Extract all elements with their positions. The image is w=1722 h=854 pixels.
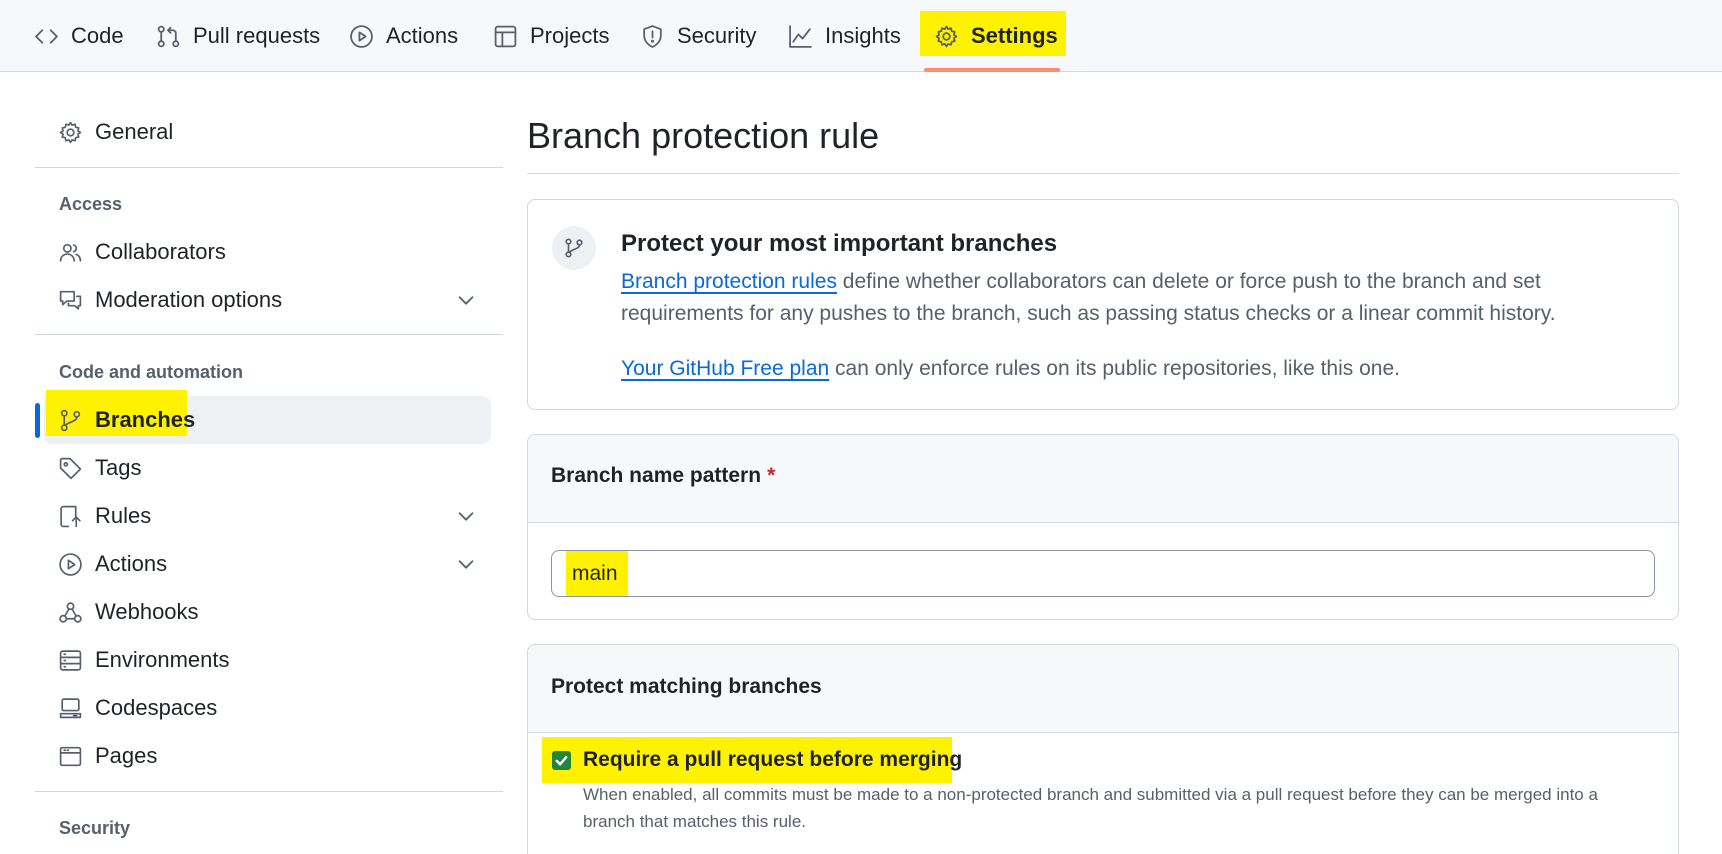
protect-matching-branches-panel: Protect matching branches Require a pull… xyxy=(527,644,1679,854)
graph-icon xyxy=(789,24,812,48)
sidebar-item-label: Environments xyxy=(95,647,230,672)
play-icon xyxy=(350,24,373,48)
sidebar-heading-access: Access xyxy=(59,194,123,214)
repo-push-icon xyxy=(60,505,81,527)
sidebar-heading-security: Security xyxy=(59,818,131,838)
comment-discussion-icon xyxy=(59,290,82,310)
sidebar-item-label: Codespaces xyxy=(95,695,218,720)
browser-icon xyxy=(59,746,82,766)
panel-header: Branch name pattern * xyxy=(528,435,1678,523)
sidebar-item-environments[interactable]: Environments xyxy=(58,638,230,682)
tab-label: Actions xyxy=(386,23,459,48)
required-marker: * xyxy=(767,464,776,487)
sidebar-item-label: Webhooks xyxy=(95,599,199,624)
tab-label: Projects xyxy=(530,23,610,48)
shield-icon xyxy=(643,24,662,48)
branch-name-pattern-panel: Branch name pattern * main xyxy=(527,434,1679,620)
chevron-down-icon[interactable] xyxy=(455,553,477,575)
sidebar-item-label: Pages xyxy=(95,743,158,768)
codespaces-icon xyxy=(59,697,82,718)
tab-security[interactable]: Security xyxy=(640,0,756,72)
chevron-down-icon[interactable] xyxy=(455,289,477,311)
tab-pull-requests[interactable]: Pull requests xyxy=(156,0,320,72)
sidebar-item-label: Rules xyxy=(95,503,152,528)
sidebar-item-label: Collaborators xyxy=(95,239,226,264)
title-divider xyxy=(527,173,1679,174)
protect-branches-callout: Protect your most important branches Bra… xyxy=(527,199,1679,410)
repo-nav: Code Pull requests Actions Projects Secu… xyxy=(0,0,1722,72)
active-tab-underline xyxy=(924,68,1060,72)
people-icon xyxy=(59,243,82,262)
sidebar-item-label: Branches xyxy=(95,407,196,432)
protect-matching-branches-label: Protect matching branches xyxy=(551,675,822,698)
tab-code[interactable]: Code xyxy=(34,0,124,72)
callout-paragraph: Your GitHub Free plan can only enforce r… xyxy=(621,353,1651,385)
sidebar-item-branches[interactable]: Branches xyxy=(58,398,195,442)
git-branch-icon xyxy=(565,238,583,258)
sidebar-item-pages[interactable]: Pages xyxy=(58,734,157,778)
label-text: Branch name pattern xyxy=(551,464,762,487)
sidebar-item-label: Actions xyxy=(95,551,168,576)
pull-request-icon xyxy=(157,25,180,47)
sidebar-heading-code-and-automation: Code and automation xyxy=(59,362,243,382)
git-branch-icon xyxy=(60,409,81,431)
check-icon xyxy=(555,756,568,766)
webhook-icon xyxy=(59,601,82,623)
chevron-down-icon[interactable] xyxy=(455,505,477,527)
sidebar-item-label: General xyxy=(95,119,174,144)
sidebar-item-tags[interactable]: Tags xyxy=(58,446,141,490)
panel-header: Protect matching branches xyxy=(528,645,1678,733)
server-icon xyxy=(59,649,82,671)
sidebar-item-actions[interactable]: Actions xyxy=(58,542,167,586)
require-pull-request-label[interactable]: Require a pull request before merging xyxy=(583,748,962,772)
sidebar-item-webhooks[interactable]: Webhooks xyxy=(58,590,199,634)
sidebar-divider xyxy=(35,791,503,792)
callout-text: can only enforce rules on its public rep… xyxy=(829,357,1400,380)
tab-label: Security xyxy=(677,23,757,48)
page-title: Branch protection rule xyxy=(527,115,880,156)
require-pull-request-description: When enabled, all commits must be made t… xyxy=(583,785,1598,831)
branch-protection-rules-link[interactable]: Branch protection rules xyxy=(621,270,837,293)
sidebar-item-collaborators[interactable]: Collaborators xyxy=(58,230,226,274)
promo-icon-circle xyxy=(552,226,596,270)
branch-name-pattern-label: Branch name pattern * xyxy=(551,464,775,488)
branch-name-pattern-input[interactable] xyxy=(551,550,1655,597)
tab-label: Insights xyxy=(825,23,901,48)
table-icon xyxy=(494,25,517,47)
tab-projects[interactable]: Projects xyxy=(493,0,609,72)
tab-actions[interactable]: Actions xyxy=(349,0,458,72)
free-plan-link[interactable]: Your GitHub Free plan xyxy=(621,357,829,380)
sidebar-item-moderation-options[interactable]: Moderation options xyxy=(58,278,282,322)
highlight-marker xyxy=(566,551,628,596)
sidebar-item-label: Moderation options xyxy=(95,287,283,312)
sidebar-divider xyxy=(35,167,503,168)
callout-paragraph: Branch protection rules define whether c… xyxy=(621,266,1651,330)
callout-title: Protect your most important branches xyxy=(621,230,1058,257)
sidebar-item-rules[interactable]: Rules xyxy=(58,494,151,538)
sidebar-item-general[interactable]: General xyxy=(58,110,173,154)
sidebar-item-codespaces[interactable]: Codespaces xyxy=(58,686,217,730)
tag-icon xyxy=(59,457,82,479)
sidebar-item-label: Tags xyxy=(95,455,142,480)
sidebar-divider xyxy=(35,334,503,335)
sidebar-selected-indicator xyxy=(35,403,40,438)
tab-settings[interactable]: Settings xyxy=(920,0,1066,72)
code-icon xyxy=(35,28,58,44)
gear-icon xyxy=(59,121,82,143)
play-icon xyxy=(59,552,82,576)
require-pull-request-checkbox[interactable] xyxy=(552,751,571,770)
tab-label: Settings xyxy=(971,23,1058,48)
gear-icon xyxy=(935,25,958,47)
tab-label: Pull requests xyxy=(193,23,321,48)
tab-insights[interactable]: Insights xyxy=(788,0,901,72)
tab-label: Code xyxy=(71,23,124,48)
